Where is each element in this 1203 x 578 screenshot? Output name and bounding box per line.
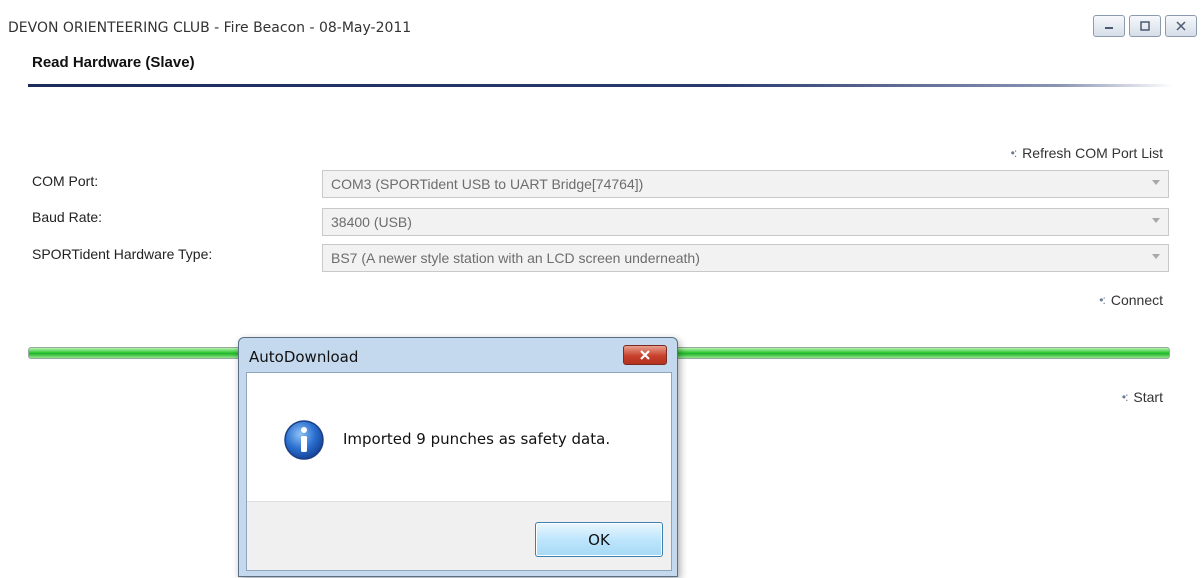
close-window-button[interactable] xyxy=(1165,15,1197,37)
section-divider xyxy=(28,84,1173,87)
connect-link[interactable]: •: Connect xyxy=(1099,292,1163,308)
close-icon xyxy=(1176,21,1186,31)
baud-rate-select[interactable]: 38400 (USB) xyxy=(322,208,1169,236)
com-port-value: COM3 (SPORTident USB to UART Bridge[7476… xyxy=(331,176,644,192)
com-port-label: COM Port: xyxy=(32,173,99,189)
connect-label: Connect xyxy=(1110,292,1163,308)
section-title: Read Hardware (Slave) xyxy=(32,54,195,71)
hardware-type-label: SPORTident Hardware Type: xyxy=(32,246,213,262)
window-controls xyxy=(1093,15,1197,37)
refresh-com-port-label: Refresh COM Port List xyxy=(1022,145,1163,161)
chevron-down-icon xyxy=(1152,254,1160,259)
minimize-icon xyxy=(1105,27,1113,29)
chevron-down-icon xyxy=(1152,180,1160,185)
title-bar: DEVON ORIENTEERING CLUB - Fire Beacon - … xyxy=(0,0,1203,46)
link-bullet-icon: •: xyxy=(1010,146,1017,160)
link-bullet-icon: •: xyxy=(1099,293,1105,307)
start-link[interactable]: •: Start xyxy=(1122,389,1163,405)
maximize-icon xyxy=(1140,21,1150,31)
info-icon xyxy=(284,420,324,460)
dialog-close-button[interactable] xyxy=(623,345,667,365)
dialog-message: Imported 9 punches as safety data. xyxy=(343,430,611,448)
hardware-type-select[interactable]: BS7 (A newer style station with an LCD s… xyxy=(322,244,1169,272)
close-icon xyxy=(640,350,650,360)
hardware-type-value: BS7 (A newer style station with an LCD s… xyxy=(331,250,700,266)
refresh-com-port-link[interactable]: •: Refresh COM Port List xyxy=(1011,145,1163,161)
link-bullet-icon: •: xyxy=(1121,390,1128,404)
chevron-down-icon xyxy=(1152,218,1160,223)
com-port-select[interactable]: COM3 (SPORTident USB to UART Bridge[7476… xyxy=(322,170,1169,198)
autodownload-dialog: AutoDownload Imported 9 punches as safet… xyxy=(238,337,678,577)
dialog-body: Imported 9 punches as safety data. OK xyxy=(246,372,672,571)
dialog-title: AutoDownload xyxy=(249,348,359,366)
ok-button[interactable]: OK xyxy=(535,522,663,557)
baud-rate-value: 38400 (USB) xyxy=(331,214,412,230)
window-title: DEVON ORIENTEERING CLUB - Fire Beacon - … xyxy=(8,20,412,36)
start-label: Start xyxy=(1133,389,1163,405)
minimize-button[interactable] xyxy=(1093,15,1125,37)
baud-rate-label: Baud Rate: xyxy=(32,209,103,225)
maximize-button[interactable] xyxy=(1129,15,1161,37)
